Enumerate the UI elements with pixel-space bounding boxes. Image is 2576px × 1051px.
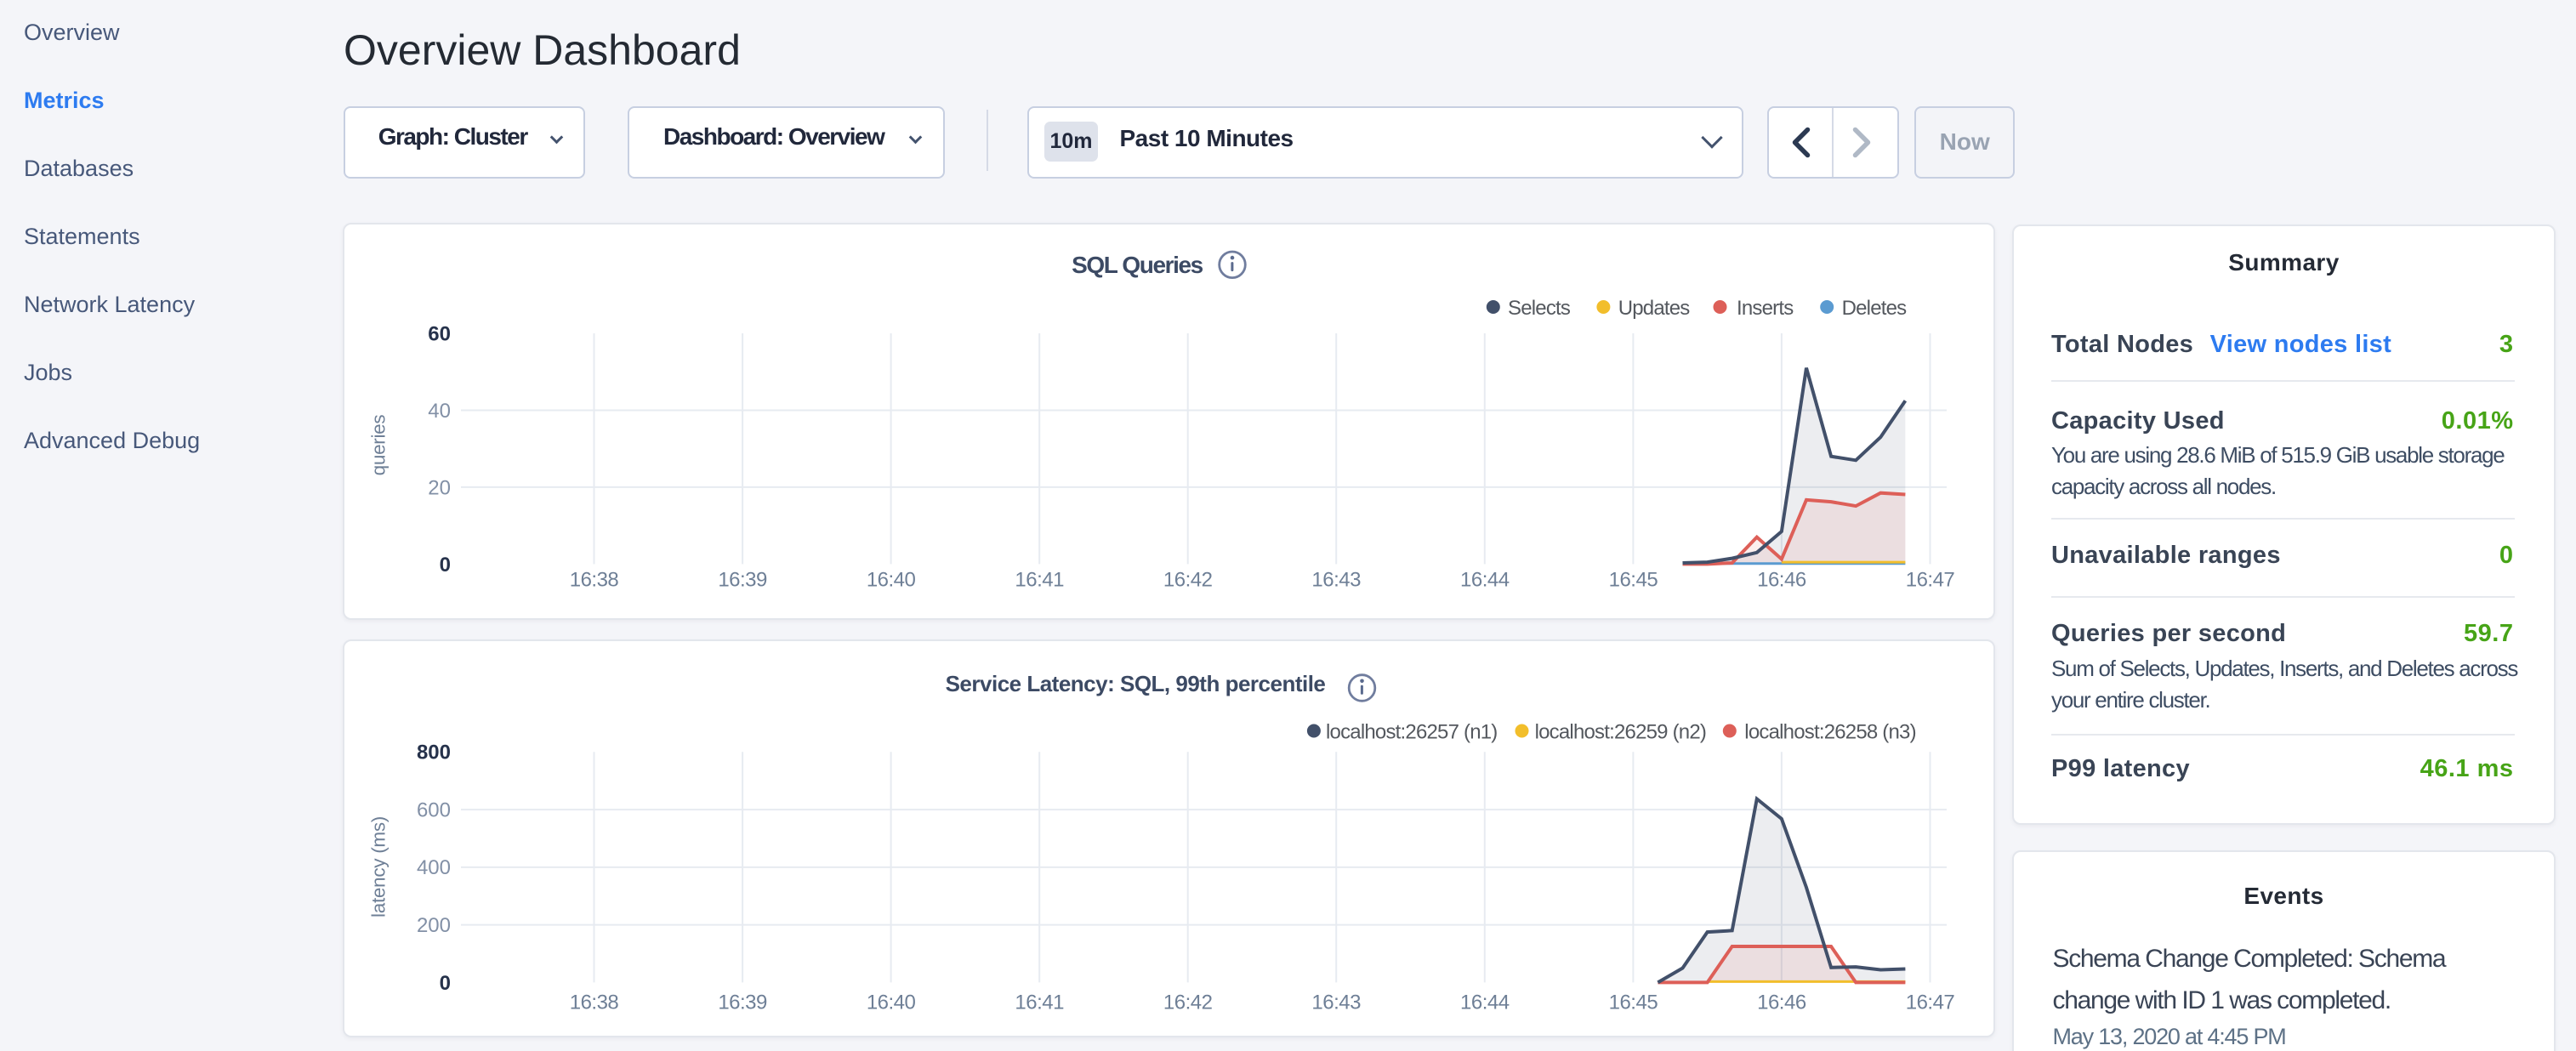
- svg-text:Updates: Updates: [1618, 297, 1691, 320]
- svg-text:16:46: 16:46: [1757, 568, 1806, 591]
- svg-text:16:38: 16:38: [570, 991, 619, 1014]
- svg-text:queries: queries: [368, 415, 390, 476]
- svg-text:16:42: 16:42: [1163, 991, 1213, 1014]
- svg-text:16:41: 16:41: [1015, 568, 1064, 591]
- svg-text:16:47: 16:47: [1906, 568, 1955, 591]
- svg-text:16:43: 16:43: [1311, 991, 1361, 1014]
- svg-text:localhost:26258 (n3): localhost:26258 (n3): [1744, 721, 1915, 744]
- svg-text:latency (ms): latency (ms): [368, 816, 390, 917]
- svg-text:800: 800: [417, 741, 451, 764]
- svg-text:16:38: 16:38: [570, 568, 619, 591]
- svg-text:0: 0: [440, 972, 451, 995]
- svg-text:16:42: 16:42: [1163, 568, 1213, 591]
- svg-text:16:46: 16:46: [1757, 991, 1806, 1014]
- svg-text:20: 20: [428, 476, 451, 499]
- svg-text:16:43: 16:43: [1311, 568, 1361, 591]
- svg-text:Deletes: Deletes: [1842, 297, 1908, 320]
- svg-text:16:39: 16:39: [718, 991, 767, 1014]
- svg-text:localhost:26259 (n2): localhost:26259 (n2): [1535, 721, 1706, 744]
- svg-text:Selects: Selects: [1508, 297, 1571, 320]
- svg-text:SQL Queries: SQL Queries: [1072, 252, 1203, 278]
- svg-text:16:47: 16:47: [1906, 991, 1955, 1014]
- svg-text:60: 60: [428, 322, 451, 345]
- svg-text:16:45: 16:45: [1609, 991, 1658, 1014]
- svg-text:16:44: 16:44: [1460, 568, 1510, 591]
- svg-text:600: 600: [417, 799, 451, 822]
- svg-text:0: 0: [440, 554, 451, 577]
- svg-text:16:44: 16:44: [1460, 991, 1510, 1014]
- svg-text:localhost:26257 (n1): localhost:26257 (n1): [1326, 721, 1497, 744]
- svg-text:Inserts: Inserts: [1737, 297, 1794, 320]
- svg-text:16:45: 16:45: [1609, 568, 1658, 591]
- svg-text:400: 400: [417, 856, 451, 879]
- svg-text:200: 200: [417, 914, 451, 937]
- svg-text:16:39: 16:39: [718, 568, 767, 591]
- svg-text:Service Latency: SQL, 99th per: Service Latency: SQL, 99th percentile: [946, 671, 1326, 696]
- svg-text:16:40: 16:40: [867, 568, 916, 591]
- svg-text:16:40: 16:40: [867, 991, 916, 1014]
- svg-text:40: 40: [428, 400, 451, 423]
- svg-text:16:41: 16:41: [1015, 991, 1064, 1014]
